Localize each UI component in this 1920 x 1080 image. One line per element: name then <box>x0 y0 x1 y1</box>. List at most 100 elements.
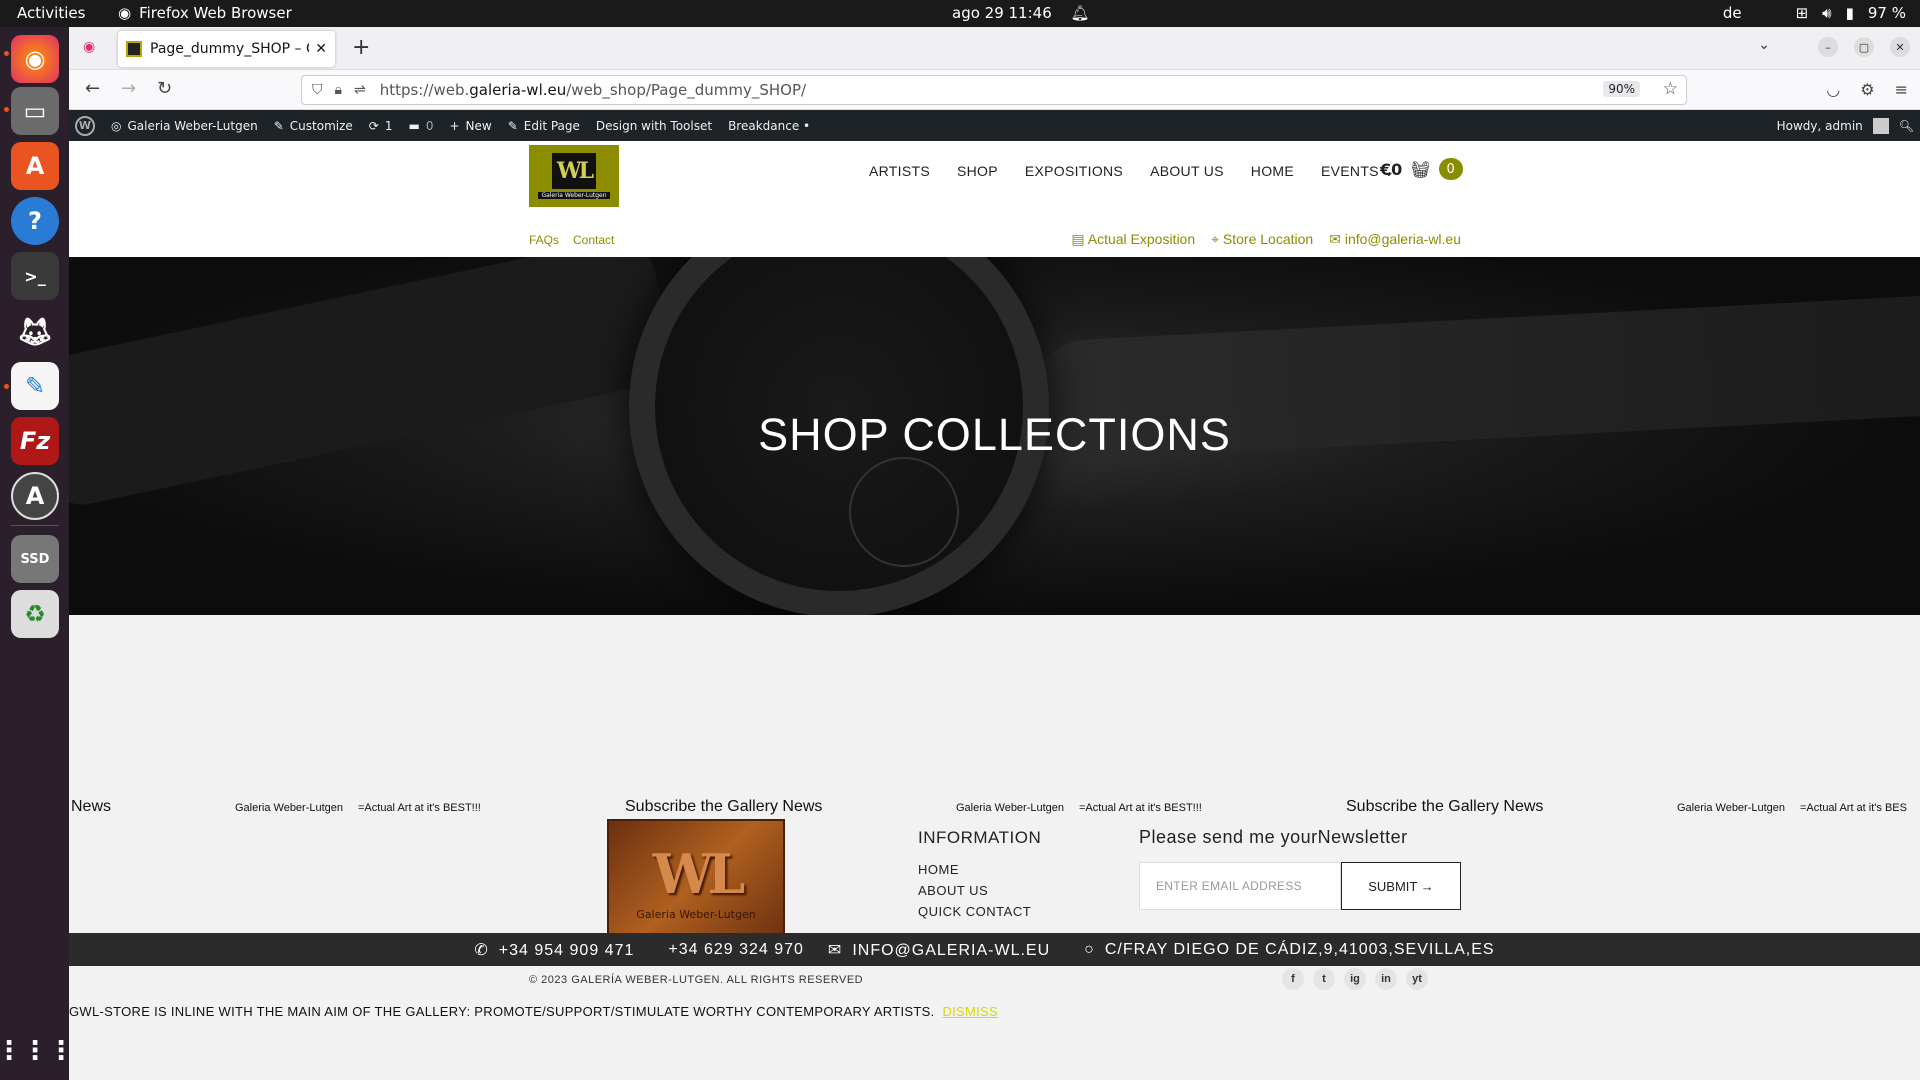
email-input[interactable]: ENTER EMAIL ADDRESS <box>1139 862 1341 910</box>
clock[interactable]: ago 29 11:46 🔔︎ <box>952 4 1090 22</box>
forward-icon[interactable]: → <box>121 78 136 99</box>
trash-icon[interactable]: ♻ <box>11 590 59 638</box>
cart-count-badge: 0 <box>1438 158 1463 180</box>
breakdance-link[interactable]: Breakdance • <box>728 119 810 133</box>
permissions-icon[interactable]: ⇌ <box>354 82 366 98</box>
menu-icon[interactable]: ≡ <box>1895 80 1908 99</box>
phone-2[interactable]: +34 629 324 970 <box>668 941 804 959</box>
footer-link-quick-contact[interactable]: QUICK CONTACT <box>918 904 1041 919</box>
ticker-news: News <box>71 798 112 815</box>
filezilla-icon[interactable]: Fz <box>11 417 59 465</box>
new-tab-icon[interactable]: + <box>352 35 370 60</box>
footer-link-about-us[interactable]: ABOUT US <box>918 883 1041 898</box>
toolbar-right: ◡ ⚙ ≡ <box>1826 80 1908 99</box>
cart[interactable]: €0 🧺︎ 0 <box>1380 158 1463 180</box>
keyboard-layout[interactable]: de <box>1723 4 1742 22</box>
new-link[interactable]: + New <box>449 119 491 133</box>
hero-watch-strap <box>69 257 678 512</box>
battery-level: 97 % <box>1867 4 1906 22</box>
activities-button[interactable]: Activities <box>17 4 85 22</box>
store-location-link[interactable]: ⌖ Store Location <box>1211 231 1313 248</box>
howdy-account[interactable]: Howdy, admin <box>1777 119 1863 133</box>
tracking-shield-icon[interactable]: ⛉ <box>312 82 323 98</box>
zoom-indicator[interactable]: 90% <box>1603 81 1640 97</box>
close-tab-icon[interactable]: ✕ <box>315 41 327 57</box>
bookmark-star-icon[interactable]: ☆ <box>1663 79 1678 99</box>
contact-email[interactable]: ✉ INFO@GALERIA-WL.EU <box>828 940 1060 960</box>
extensions-icon[interactable]: ⚙ <box>1860 80 1874 99</box>
list-tabs-icon[interactable]: ⌄ <box>1758 37 1770 53</box>
menu-artists[interactable]: ARTISTS <box>869 163 930 180</box>
menu-home[interactable]: HOME <box>1251 163 1294 180</box>
files-icon[interactable]: ▭ <box>11 87 59 135</box>
comments-link[interactable]: ▬ 0 <box>409 119 434 133</box>
updater-icon[interactable]: A <box>11 472 59 520</box>
back-icon[interactable]: ← <box>85 78 100 99</box>
dismiss-link[interactable]: DISMISS <box>942 1004 998 1019</box>
newsletter-form: ENTER EMAIL ADDRESS SUBMIT → <box>1139 862 1461 910</box>
contact-address[interactable]: ○ C/FRAY DIEGO DE CÁDIZ,9,41003,SEVILLA,E… <box>1084 941 1504 959</box>
software-center-icon[interactable]: A <box>11 142 59 190</box>
site-content: WL Galeria Weber-Lutgen ARTISTS SHOP EXP… <box>69 141 1920 1080</box>
close-window-icon[interactable]: ✕ <box>1890 37 1910 57</box>
search-icon[interactable]: 🔍︎ <box>1899 119 1914 133</box>
mail-icon: ✉ <box>1329 231 1341 247</box>
tab-bar: ◉ Page_dummy_SHOP – Ga ✕ + ⌄ – ▢ ✕ <box>69 27 1920 70</box>
bell-icon: 🔔︎ <box>1070 4 1090 22</box>
secondary-menu-left: FAQs Contact <box>529 233 614 247</box>
minimize-icon[interactable]: – <box>1818 37 1838 57</box>
updates-icon: ⟳ <box>368 118 379 133</box>
updates-link[interactable]: ⟳ 1 <box>369 119 393 133</box>
site-favicon <box>126 41 142 57</box>
footer-logo: WL Galeria Weber-Lutgen <box>607 819 785 943</box>
menu-about-us[interactable]: ABOUT US <box>1150 163 1224 180</box>
menu-shop[interactable]: SHOP <box>957 163 998 180</box>
contact-link[interactable]: Contact <box>573 233 614 247</box>
terminal-icon[interactable]: >_ <box>11 252 59 300</box>
firefox-view-icon[interactable]: ◉ <box>83 39 95 55</box>
facebook-icon[interactable]: f <box>1282 968 1304 990</box>
show-apps-icon[interactable]: ⋮⋮⋮ <box>0 1027 74 1075</box>
instagram-icon[interactable]: ig <box>1344 968 1366 990</box>
firefox-dock-icon[interactable]: ◉ <box>11 35 59 83</box>
faqs-link[interactable]: FAQs <box>529 233 559 247</box>
secondary-menu-right: ▤ Actual Exposition ⌖ Store Location ✉ i… <box>1071 231 1461 248</box>
site-name-link[interactable]: ◎ Galeria Weber-Lutgen <box>111 119 258 133</box>
design-toolset-link[interactable]: Design with Toolset <box>596 119 712 133</box>
gimp-icon[interactable]: 🦊︎ <box>11 307 59 355</box>
footer-information: INFORMATION HOME ABOUT US QUICK CONTACT <box>918 828 1041 925</box>
customize-link[interactable]: ✎ Customize <box>274 119 353 133</box>
help-icon[interactable]: ? <box>11 197 59 245</box>
twitter-icon[interactable]: t <box>1313 968 1335 990</box>
url-text[interactable]: https://web.galeria-wl.eu/web_shop/Page_… <box>380 81 806 99</box>
linkedin-icon[interactable]: in <box>1375 968 1397 990</box>
lock-icon[interactable]: 🔒︎ <box>335 82 342 98</box>
system-tray[interactable]: de ⊞ 🔊︎ ▮ 97 % <box>1723 4 1906 22</box>
menu-expositions[interactable]: EXPOSITIONS <box>1025 163 1123 180</box>
phone-1[interactable]: ✆ +34 954 909 471 <box>474 940 644 960</box>
pocket-icon[interactable]: ◡ <box>1826 80 1840 99</box>
edit-page-link[interactable]: ✎ Edit Page <box>508 119 580 133</box>
hero-banner: SHOP COLLECTIONS <box>69 257 1920 615</box>
url-bar[interactable]: ⛉ 🔒︎ ⇌ https://web.galeria-wl.eu/web_sho… <box>301 75 1687 105</box>
actual-exposition-link[interactable]: ▤ Actual Exposition <box>1071 231 1195 248</box>
maximize-icon[interactable]: ▢ <box>1854 37 1874 57</box>
pencil-icon: ✎ <box>507 118 518 133</box>
reload-icon[interactable]: ↻ <box>157 78 172 99</box>
location-icon: ○ <box>1084 940 1095 958</box>
youtube-icon[interactable]: yt <box>1406 968 1428 990</box>
news-ticker: News Galeria Weber-Lutgen =Actual Art at… <box>69 798 1920 824</box>
map-pin-icon: ⌖ <box>1211 231 1220 247</box>
clock-text: ago 29 11:46 <box>952 4 1052 22</box>
text-editor-icon[interactable]: ✎ <box>11 362 59 410</box>
site-logo[interactable]: WL Galeria Weber-Lutgen <box>529 145 619 207</box>
submit-button[interactable]: SUBMIT → <box>1341 862 1461 910</box>
tab-active[interactable]: Page_dummy_SHOP – Ga ✕ <box>118 31 335 67</box>
wordpress-icon[interactable]: W <box>75 115 95 136</box>
avatar[interactable] <box>1872 117 1889 134</box>
footer-link-home[interactable]: HOME <box>918 862 1041 877</box>
email-link[interactable]: ✉ info@galeria-wl.eu <box>1329 231 1461 248</box>
browser-window: ◉ Page_dummy_SHOP – Ga ✕ + ⌄ – ▢ ✕ ← → ↻… <box>69 27 1920 1080</box>
ssd-drive-icon[interactable]: SSD <box>11 535 59 583</box>
app-menu[interactable]: ◉ Firefox Web Browser <box>118 4 292 22</box>
